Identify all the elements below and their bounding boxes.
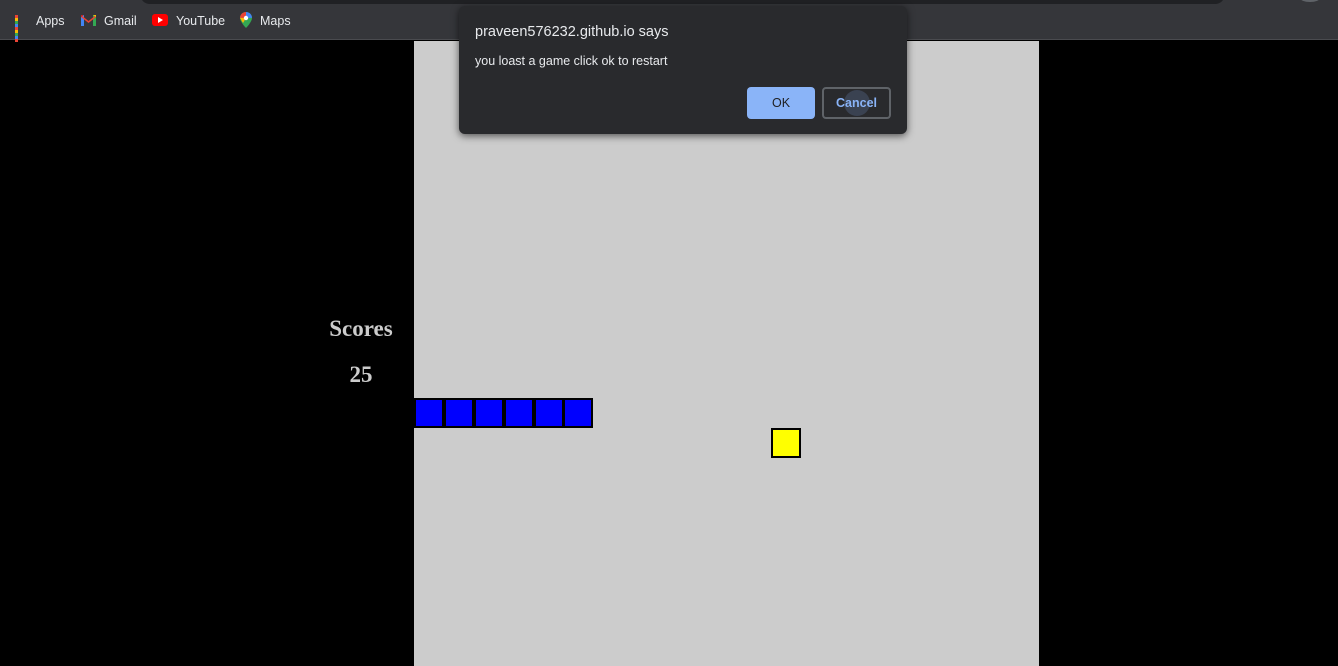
alert-dialog: praveen576232.github.io says you loast a…: [459, 6, 907, 134]
food-block: [771, 428, 801, 458]
snake-segment: [414, 398, 444, 428]
bookmark-gmail[interactable]: Gmail: [81, 12, 137, 30]
gmail-icon: [81, 14, 96, 29]
snake-segment: [474, 398, 504, 428]
profile-avatar-icon[interactable]: [1300, 0, 1320, 2]
cancel-label: Cancel: [836, 96, 877, 110]
bookmark-label: Apps: [36, 14, 65, 28]
dialog-message: you loast a game click ok to restart: [475, 54, 668, 68]
ok-button[interactable]: OK: [747, 87, 815, 119]
bookmark-label: YouTube: [176, 14, 226, 28]
game-board[interactable]: [414, 41, 1039, 666]
snake-head: [563, 398, 593, 428]
youtube-icon: [152, 13, 168, 29]
bookmark-label: Maps: [260, 14, 291, 28]
score-label: Scores: [329, 316, 393, 341]
cancel-button[interactable]: Cancel: [822, 87, 891, 119]
bookmark-maps[interactable]: Maps: [240, 11, 291, 31]
snake-segment: [504, 398, 534, 428]
address-bar-edge[interactable]: [140, 0, 1225, 4]
dialog-title: praveen576232.github.io says: [475, 24, 669, 40]
snake-segment: [444, 398, 474, 428]
bookmark-youtube[interactable]: YouTube: [152, 12, 225, 30]
maps-icon: [240, 11, 252, 31]
apps-grid-icon: [15, 14, 28, 42]
snake-segment: [534, 398, 564, 428]
bookmark-apps[interactable]: Apps: [15, 12, 65, 42]
bookmark-label: Gmail: [104, 14, 137, 28]
score-value: 25: [349, 362, 373, 387]
